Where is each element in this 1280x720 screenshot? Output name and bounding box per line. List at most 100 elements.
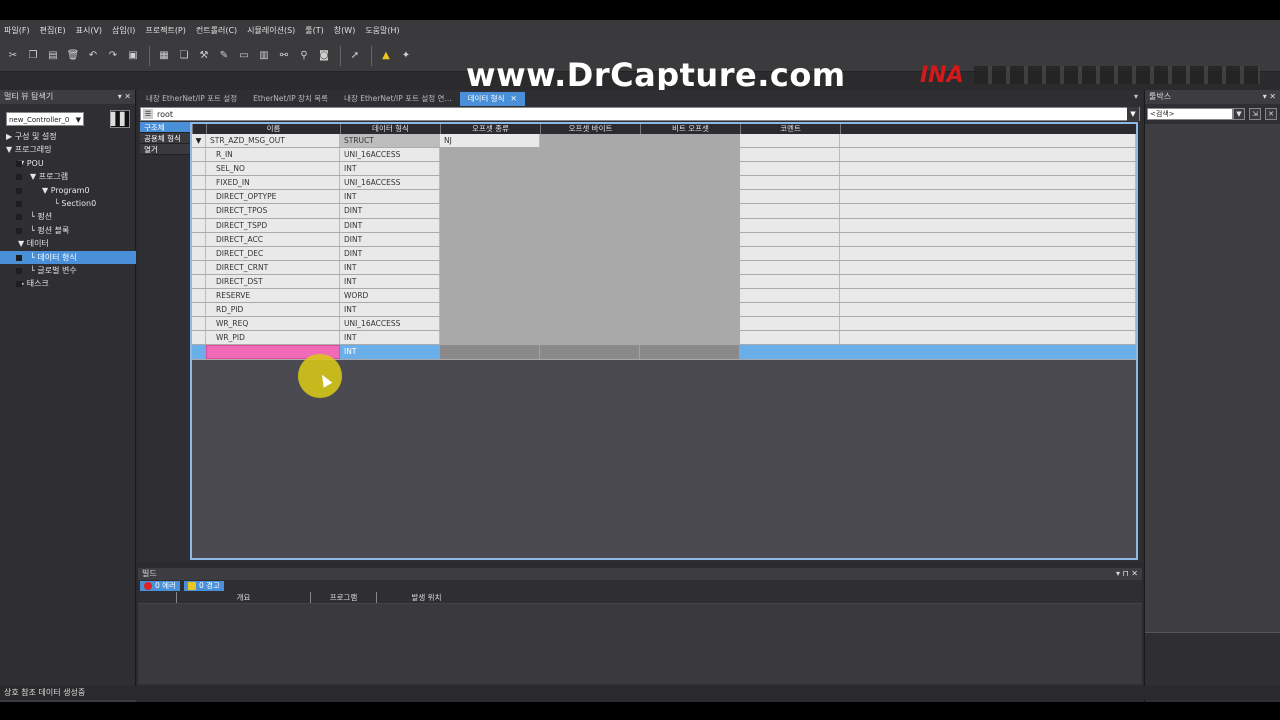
filler-cell[interactable]: [840, 190, 1136, 204]
comment-cell[interactable]: [740, 218, 840, 232]
data-type-cell[interactable]: INT: [340, 345, 440, 359]
offset-type-cell[interactable]: [440, 232, 540, 246]
member-name-cell[interactable]: DIRECT_DST: [206, 274, 340, 289]
chevron-down-icon[interactable]: ▼: [1127, 107, 1139, 121]
cut-icon[interactable]: ✂: [4, 47, 22, 65]
data-type-cell[interactable]: UNI_16ACCESS: [340, 317, 440, 331]
category-tab[interactable]: 공용체 형식: [140, 133, 190, 144]
comment-cell[interactable]: [740, 345, 840, 359]
menu-item[interactable]: 삽입(I): [112, 25, 135, 36]
data-type-cell[interactable]: DINT: [340, 246, 440, 260]
offset-type-cell[interactable]: [440, 148, 540, 162]
filler-cell[interactable]: [840, 246, 1136, 260]
bit-offset-cell[interactable]: [640, 317, 740, 331]
filler-cell[interactable]: [840, 303, 1136, 317]
offset-byte-cell[interactable]: [540, 176, 640, 190]
table-row[interactable]: RD_PID INT: [192, 303, 1136, 318]
editor-tab[interactable]: EtherNet/IP 장치 목록: [245, 92, 336, 106]
tree-expand-icon[interactable]: ▼: [42, 186, 51, 195]
tree-expand-icon[interactable]: ▼: [30, 172, 39, 181]
table-row[interactable]: INT: [192, 345, 1136, 360]
bit-offset-cell[interactable]: [640, 204, 740, 218]
data-type-cell[interactable]: INT: [340, 190, 440, 204]
pin-icon[interactable]: ▾ ✕: [118, 90, 131, 104]
table-row[interactable]: SEL_NO INT: [192, 162, 1136, 177]
row-expand-icon[interactable]: [192, 303, 206, 317]
offset-byte-cell[interactable]: [540, 274, 640, 289]
offset-byte-cell[interactable]: [540, 331, 640, 345]
panel-icon[interactable]: ▥: [255, 47, 273, 65]
offset-type-cell[interactable]: [440, 260, 540, 274]
paste-icon[interactable]: ▤: [44, 47, 62, 65]
comment-cell[interactable]: [740, 162, 840, 176]
data-type-cell[interactable]: INT: [340, 162, 440, 176]
member-name-cell[interactable]: WR_PID: [206, 331, 340, 345]
table-row[interactable]: DIRECT_ACC DINT: [192, 232, 1136, 247]
toolbox-search-input[interactable]: <검색>: [1147, 108, 1233, 120]
offset-type-cell[interactable]: NJ: [440, 134, 540, 148]
offset-type-cell[interactable]: [440, 204, 540, 218]
comment-cell[interactable]: [740, 190, 840, 204]
row-expand-icon[interactable]: [192, 190, 206, 204]
search-next-icon[interactable]: ⇲: [1249, 108, 1261, 120]
bit-offset-cell[interactable]: [640, 345, 740, 359]
offset-type-cell[interactable]: [440, 331, 540, 345]
offset-byte-cell[interactable]: [540, 317, 640, 331]
tree-item[interactable]: └ Section0: [0, 197, 136, 210]
row-expand-icon[interactable]: ▼: [192, 134, 206, 148]
chevron-down-icon[interactable]: ▼: [1233, 108, 1245, 120]
offset-byte-cell[interactable]: [540, 246, 640, 260]
row-expand-icon[interactable]: [192, 176, 206, 190]
offset-byte-cell[interactable]: [540, 204, 640, 218]
filler-cell[interactable]: [840, 345, 1136, 359]
tree-item[interactable]: ▼ POU: [0, 157, 136, 170]
filler-cell[interactable]: [840, 148, 1136, 162]
offset-byte-cell[interactable]: [540, 345, 640, 359]
filler-cell[interactable]: [840, 218, 1136, 232]
data-type-cell[interactable]: DINT: [340, 204, 440, 218]
column-header[interactable]: [192, 124, 206, 134]
menu-item[interactable]: 표시(V): [76, 25, 102, 36]
controller-icon[interactable]: ▌▌: [110, 110, 130, 128]
offset-type-cell[interactable]: [440, 345, 540, 359]
warning-icon[interactable]: ▲: [377, 47, 395, 65]
tree-item[interactable]: └ 펑션: [0, 210, 136, 223]
row-expand-icon[interactable]: [192, 274, 206, 289]
bit-offset-cell[interactable]: [640, 148, 740, 162]
row-expand-icon[interactable]: [192, 317, 206, 331]
comment-cell[interactable]: [740, 204, 840, 218]
comment-cell[interactable]: [740, 289, 840, 303]
offset-byte-cell[interactable]: [540, 148, 640, 162]
monitor-icon[interactable]: ▭: [235, 47, 253, 65]
offset-type-cell[interactable]: [440, 246, 540, 260]
bit-offset-cell[interactable]: [640, 218, 740, 232]
errors-filter[interactable]: 0 에러: [140, 581, 180, 591]
member-name-cell[interactable]: DIRECT_TSPD: [206, 218, 340, 232]
pointer-icon[interactable]: ➚: [346, 47, 364, 65]
editor-tab[interactable]: 데이터 형식 ✕: [459, 92, 525, 106]
table-row[interactable]: DIRECT_DST INT: [192, 274, 1136, 290]
row-expand-icon[interactable]: [192, 204, 206, 218]
member-name-cell[interactable]: RESERVE: [206, 289, 340, 303]
offset-type-cell[interactable]: [440, 289, 540, 303]
offset-type-cell[interactable]: [440, 162, 540, 176]
table-row[interactable]: FIXED_IN UNI_16ACCESS: [192, 176, 1136, 191]
close-icon[interactable]: ✕: [510, 94, 516, 103]
bit-offset-cell[interactable]: [640, 260, 740, 274]
member-name-cell[interactable]: SEL_NO: [206, 162, 340, 176]
controller-select[interactable]: new_Controller_0 ▼: [6, 112, 84, 126]
data-type-cell[interactable]: INT: [340, 274, 440, 289]
comment-cell[interactable]: [740, 317, 840, 331]
editor-tab[interactable]: 내장 EtherNet/IP 포트 설정: [138, 92, 245, 106]
data-type-cell[interactable]: INT: [340, 331, 440, 345]
tree-expand-icon[interactable]: ▼: [18, 239, 27, 248]
stop-icon[interactable]: ◙: [315, 47, 333, 65]
column-header[interactable]: [840, 124, 1136, 134]
bit-offset-cell[interactable]: [640, 289, 740, 303]
row-expand-icon[interactable]: [192, 345, 206, 359]
menu-item[interactable]: 편집(E): [40, 25, 66, 36]
offset-type-cell[interactable]: [440, 274, 540, 289]
filler-cell[interactable]: [840, 232, 1136, 246]
tool-icon[interactable]: ✎: [215, 47, 233, 65]
menu-item[interactable]: 시뮬레이션(S): [247, 25, 295, 36]
